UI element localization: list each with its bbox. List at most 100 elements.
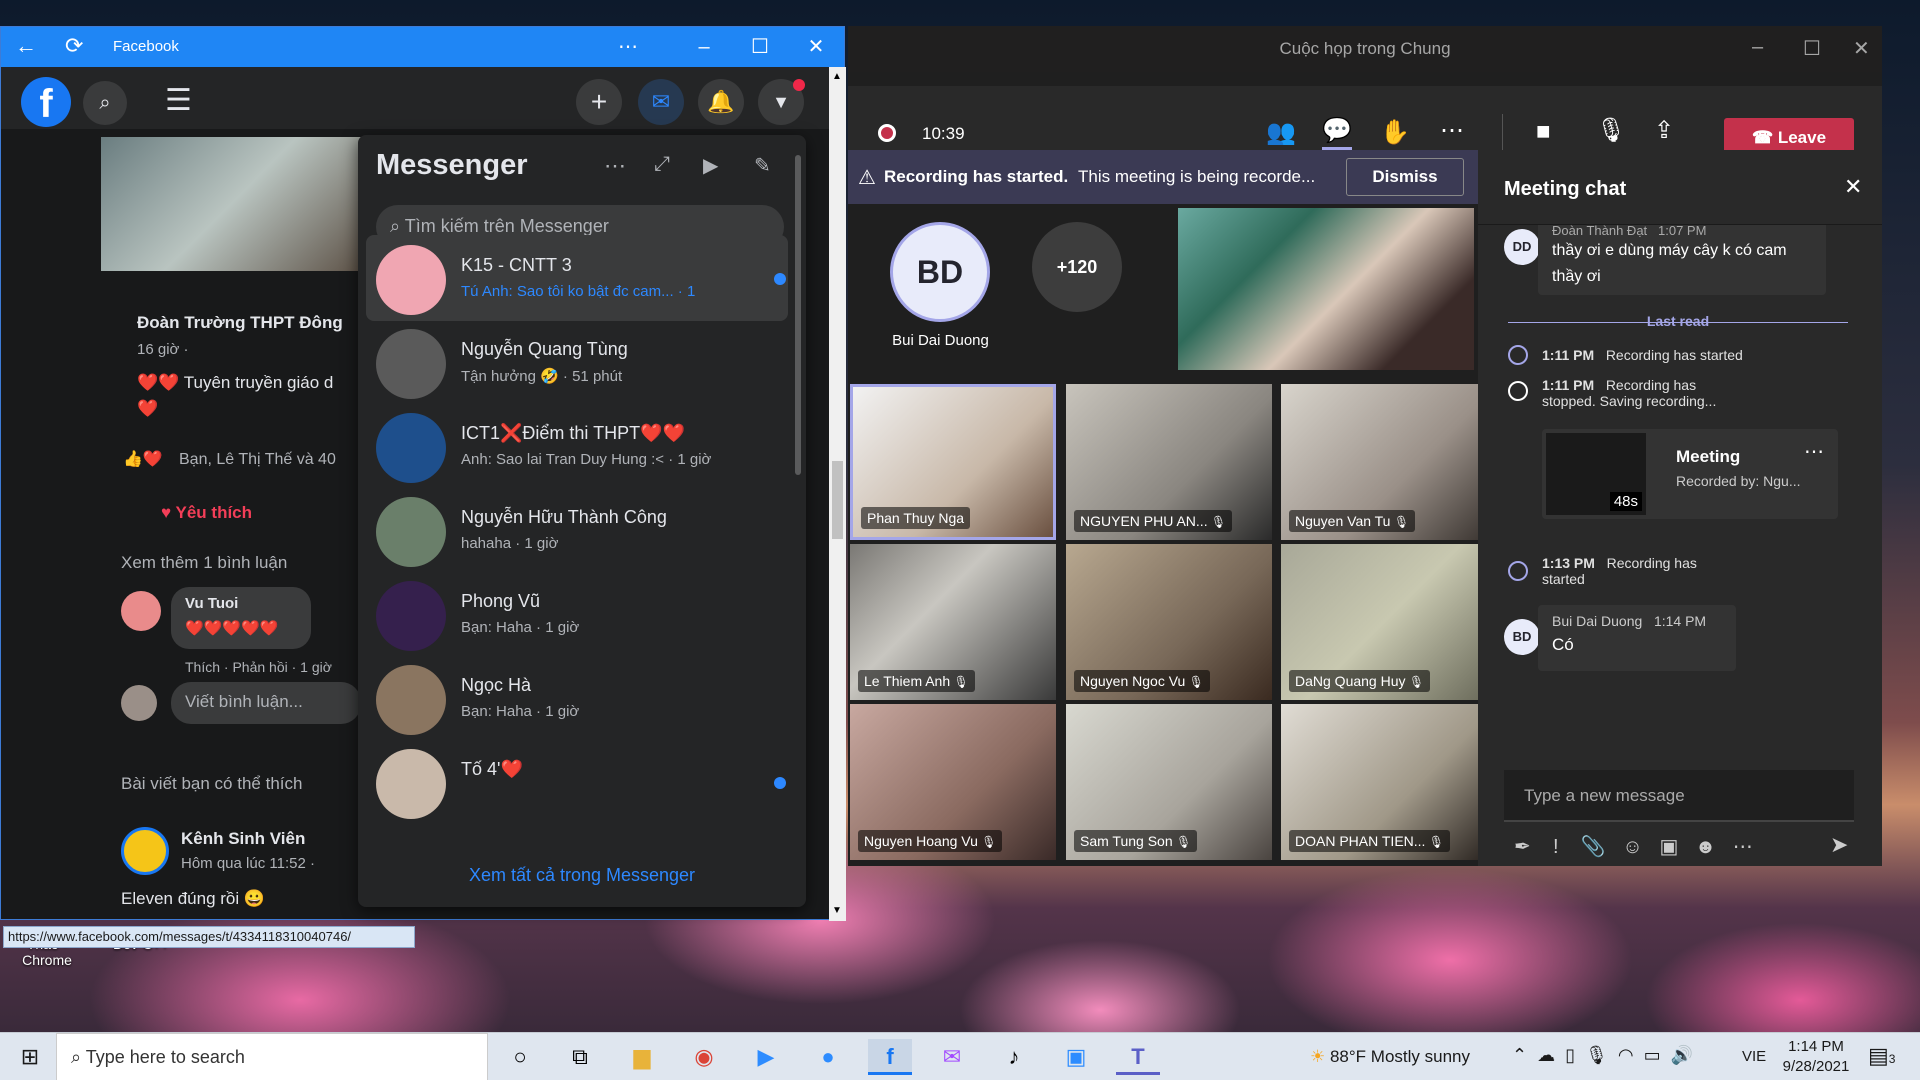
messenger-app-icon[interactable]: ✉ (930, 1039, 974, 1075)
avatar[interactable] (121, 591, 161, 631)
more-actions-icon[interactable]: ⋯ (1440, 116, 1464, 145)
scroll-up-icon[interactable]: ▲ (832, 71, 842, 82)
comment-author[interactable]: Vu Tuoi (185, 595, 238, 612)
teams-app-icon[interactable]: T (1116, 1039, 1160, 1075)
participant-video-tile[interactable]: Nguyen Hoang Vu 🎙 (850, 704, 1056, 860)
chrome-icon[interactable]: ◉ (682, 1039, 726, 1075)
tiktok-app-icon[interactable]: ♪ (992, 1039, 1036, 1075)
zoom-app-icon[interactable]: ▣ (1054, 1039, 1098, 1075)
device-icon[interactable]: ▯ (1565, 1045, 1575, 1065)
microphone-icon[interactable]: 🎙 (1585, 1045, 1608, 1065)
card-more-icon[interactable]: ⋯ (1804, 439, 1824, 464)
volume-icon[interactable]: 🔊 (1671, 1045, 1693, 1065)
see-all-link[interactable]: Xem tất cả trong Messenger (358, 865, 806, 886)
refresh-icon[interactable]: ⟳ (65, 33, 83, 59)
file-explorer-icon[interactable]: ▆ (620, 1039, 664, 1075)
chat-row[interactable]: Ngọc Hà Bạn: Haha · 1 giờ (366, 655, 788, 741)
dismiss-button[interactable]: Dismiss (1346, 158, 1464, 196)
participant-video-tile[interactable]: Sam Tung Son 🎙 (1066, 704, 1272, 860)
language-indicator[interactable]: VIE (1742, 1048, 1766, 1065)
post-author[interactable]: Đoàn Trường THPT Đông (137, 313, 343, 333)
new-message-icon[interactable]: ✎ (754, 153, 771, 178)
chat-row[interactable]: Tố 4'❤️ (366, 739, 788, 825)
windows-start-icon[interactable]: ⊞ (8, 1039, 52, 1075)
chat-row[interactable]: Nguyễn Hữu Thành Công hahaha · 1 giờ (366, 487, 788, 573)
more-options-icon[interactable]: ⋯ (604, 153, 626, 179)
compose-input[interactable]: Type a new message (1504, 770, 1854, 822)
camera-icon[interactable]: ■ (1536, 118, 1551, 146)
create-icon[interactable]: + (576, 79, 622, 125)
avatar[interactable] (121, 685, 157, 721)
more-options-icon[interactable]: ⋯ (613, 33, 643, 61)
avatar[interactable] (121, 827, 169, 875)
emoji-icon[interactable]: ☺ (1622, 836, 1642, 858)
zoom-icon[interactable]: ▶ (744, 1039, 788, 1075)
participant-video-tile[interactable]: Le Thiem Anh 🎙 (850, 544, 1056, 700)
participant-video-tile[interactable]: Phan Thuy Nga (850, 384, 1056, 540)
window-scrollbar[interactable]: ▲ ▼ (829, 67, 846, 921)
scroll-thumb[interactable] (832, 461, 843, 539)
scroll-down-icon[interactable]: ▼ (832, 905, 842, 916)
task-view-icon[interactable]: ⧉ (558, 1039, 602, 1075)
chat-icon[interactable]: 💬 (1322, 116, 1352, 150)
participant-video-tile[interactable]: NGUYEN PHU AN... 🎙 (1066, 384, 1272, 540)
sticker-icon[interactable]: ☻ (1695, 836, 1716, 858)
chat-row[interactable]: Nguyễn Quang Tùng Tận hưởng 🤣 · 51 phút (366, 319, 788, 405)
expand-icon[interactable]: ⤢ (654, 153, 670, 176)
participant-video-tile[interactable]: DOAN PHAN TIEN... 🎙 (1281, 704, 1487, 860)
video-call-icon[interactable]: ▶ (703, 153, 718, 178)
participant-video-tile[interactable]: Nguyen Ngoc Vu 🎙 (1066, 544, 1272, 700)
attach-icon[interactable]: 📎 (1581, 836, 1606, 858)
show-hidden-icons[interactable]: ⌃ (1512, 1045, 1527, 1065)
participants-icon[interactable]: 👥 (1266, 118, 1296, 147)
close-icon[interactable]: ✕ (801, 33, 831, 61)
battery-icon[interactable]: ▭ (1644, 1045, 1661, 1065)
chat-row[interactable]: ICT1❌Điểm thi THPT❤️❤️ Anh: Sao lai Tran … (366, 403, 788, 489)
search-icon[interactable]: ⌕ (83, 81, 127, 125)
close-chat-icon[interactable]: ✕ (1844, 174, 1862, 200)
participant-video-tile[interactable]: DaNg Quang Huy 🎙 (1281, 544, 1487, 700)
share-screen-icon[interactable]: ⇪ (1654, 116, 1674, 145)
wifi-icon[interactable]: ◠ (1618, 1045, 1634, 1065)
facebook-logo-icon[interactable]: f (21, 77, 71, 127)
chat-row[interactable]: K15 - CNTT 3 Tú Anh: Sao tôi ko bật đc ca… (366, 235, 788, 321)
mic-muted-icon[interactable]: 🎙 (1596, 116, 1626, 145)
comment-actions[interactable]: Thích · Phản hồi · 1 giờ (185, 659, 332, 675)
participant-video-tile[interactable]: Nguyen Van Tu 🎙 (1281, 384, 1487, 540)
maximize-icon[interactable]: ☐ (1803, 36, 1821, 61)
comment-input[interactable]: Viết bình luận... (171, 682, 361, 724)
facebook-app-icon[interactable]: f (868, 1039, 912, 1075)
cortana-icon[interactable]: ○ (498, 1039, 542, 1075)
avatar-tile[interactable]: BD Bui Dai Duong +120 (848, 204, 1173, 370)
post-image[interactable] (101, 137, 361, 271)
weather-widget[interactable]: ☀ 88°F Mostly sunny (1310, 1047, 1470, 1067)
more-icon[interactable]: ⋯ (1733, 836, 1753, 858)
format-icon[interactable]: ✒ (1514, 836, 1531, 858)
gif-icon[interactable]: ▣ (1659, 836, 1678, 858)
menu-icon[interactable]: ☰ (165, 83, 192, 118)
minimize-icon[interactable]: – (689, 33, 719, 61)
minimize-icon[interactable]: – (1752, 36, 1763, 59)
taskbar-search[interactable]: ⌕ Type here to search (56, 1033, 488, 1080)
maximize-icon[interactable]: ☐ (745, 33, 775, 61)
love-button[interactable]: ♥ Yêu thích (161, 503, 252, 523)
overflow-participants[interactable]: +120 (1032, 222, 1122, 312)
notifications-icon[interactable]: ▤3 (1868, 1043, 1895, 1069)
notifications-icon[interactable]: 🔔 (698, 79, 744, 125)
messenger-icon[interactable]: ✉ (638, 79, 684, 125)
clock[interactable]: 1:14 PM 9/28/2021 (1776, 1037, 1856, 1077)
messages-app-icon[interactable]: ● (806, 1039, 850, 1075)
back-icon[interactable]: ← (15, 33, 37, 59)
send-icon[interactable]: ➤ (1830, 832, 1848, 858)
video-tile-featured[interactable] (1178, 208, 1474, 370)
recording-card[interactable]: 48s Meeting Recorded by: Ngu... ⋯ (1542, 429, 1838, 519)
reactions-icon[interactable]: ✋ (1380, 118, 1410, 147)
messenger-scrollbar[interactable] (795, 155, 801, 475)
important-icon[interactable]: ! (1553, 836, 1559, 858)
more-comments-link[interactable]: Xem thêm 1 bình luận (121, 553, 287, 573)
reactions-summary[interactable]: Bạn, Lê Thị Thế và 40 (179, 451, 336, 469)
close-icon[interactable]: ✕ (1853, 36, 1870, 61)
suggest-author[interactable]: Kênh Sinh Viên (181, 829, 305, 849)
cloud-icon[interactable]: ☁ (1537, 1045, 1555, 1065)
chat-row[interactable]: Phong Vũ Bạn: Haha · 1 giờ (366, 571, 788, 657)
